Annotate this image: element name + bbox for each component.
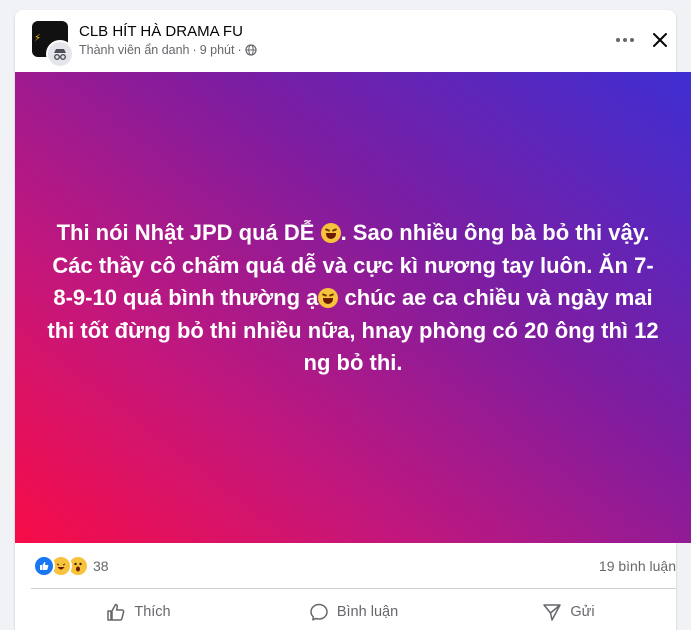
post-text: Thi nói Nhật JPD quá DỄ . Sao nhiều ông … bbox=[43, 217, 663, 380]
post-actions: Thích Bình luận Gửi bbox=[31, 594, 676, 630]
meta-separator: · bbox=[237, 43, 242, 57]
post-header: ⚡ CLB HÍT HÀ DRAMA FU Thành viên ẩn danh… bbox=[15, 10, 676, 72]
like-button[interactable]: Thích bbox=[31, 594, 246, 630]
send-label: Gửi bbox=[570, 604, 595, 620]
post-time[interactable]: 9 phút bbox=[200, 43, 235, 57]
close-icon bbox=[653, 33, 667, 47]
reaction-icons[interactable] bbox=[33, 555, 89, 577]
post-card: ⚡ CLB HÍT HÀ DRAMA FU Thành viên ẩn danh… bbox=[15, 10, 691, 630]
anonymous-member-avatar bbox=[46, 40, 74, 68]
laughing-emoji-icon bbox=[318, 288, 339, 309]
like-reaction-icon bbox=[33, 555, 55, 577]
lightning-icon: ⚡ bbox=[34, 33, 42, 44]
close-button[interactable] bbox=[644, 24, 676, 56]
incognito-icon bbox=[54, 49, 66, 60]
thumbs-up-icon bbox=[107, 603, 125, 621]
meta-separator: · bbox=[192, 43, 197, 57]
post-background: Thi nói Nhật JPD quá DỄ . Sao nhiều ông … bbox=[15, 72, 691, 543]
group-name-link[interactable]: CLB HÍT HÀ DRAMA FU bbox=[79, 23, 243, 40]
divider bbox=[31, 588, 676, 589]
post-meta: Thành viên ẩn danh · 9 phút · bbox=[79, 43, 257, 57]
post-text-part-1: Thi nói Nhật JPD quá DỄ bbox=[56, 220, 321, 246]
comment-icon bbox=[310, 603, 328, 621]
reaction-count[interactable]: 38 bbox=[93, 558, 109, 574]
laughing-emoji-icon bbox=[320, 223, 341, 244]
reactions-summary: 38 19 bình luận bbox=[15, 555, 676, 577]
like-label: Thích bbox=[134, 604, 171, 620]
author-name[interactable]: Thành viên ẩn danh bbox=[79, 43, 190, 57]
globe-icon[interactable] bbox=[245, 44, 257, 56]
more-options-button[interactable] bbox=[609, 26, 641, 54]
more-horizontal-icon bbox=[616, 38, 634, 42]
comment-label: Bình luận bbox=[336, 604, 399, 620]
comment-button[interactable]: Bình luận bbox=[246, 594, 461, 630]
send-icon bbox=[543, 604, 562, 621]
comment-count[interactable]: 19 bình luận bbox=[599, 558, 676, 574]
send-button[interactable]: Gửi bbox=[461, 594, 676, 630]
